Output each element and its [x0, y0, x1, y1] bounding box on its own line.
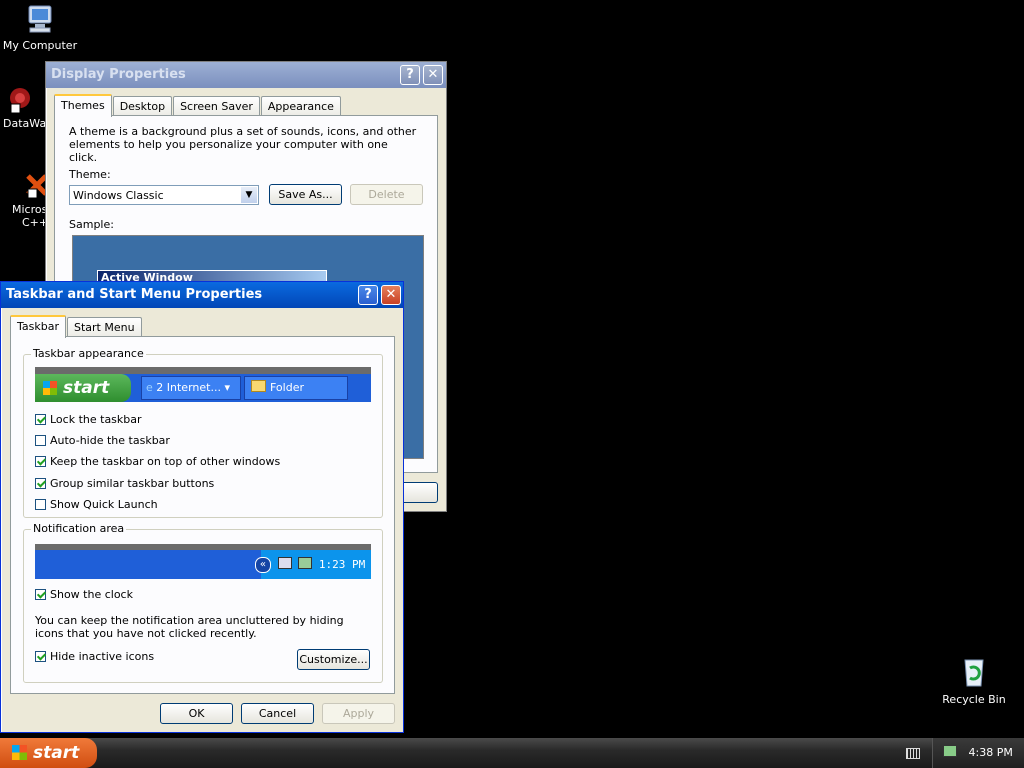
preview-item-label: 2 Internet...	[156, 381, 221, 394]
theme-label: Theme:	[69, 168, 111, 181]
checkbox-label: Lock the taskbar	[50, 413, 142, 426]
checkbox-label: Hide inactive icons	[50, 650, 155, 663]
quick-launch-checkbox[interactable]: Show Quick Launch	[35, 498, 158, 511]
tab-strip: Taskbar Start Menu	[10, 315, 143, 338]
title-bar: Taskbar and Start Menu Properties ? ✕	[1, 282, 403, 308]
windows-logo-icon	[12, 745, 27, 760]
tab-strip: Themes Desktop Screen Saver Appearance	[54, 94, 342, 117]
tab-screen-saver[interactable]: Screen Saver	[173, 96, 260, 116]
apply-button: Apply	[322, 703, 395, 724]
checkbox-label: Keep the taskbar on top of other windows	[50, 455, 281, 468]
preview-start-label: start	[63, 378, 110, 398]
system-tray: 4:38 PM	[932, 738, 1024, 768]
checkbox-label: Group similar taskbar buttons	[50, 477, 215, 490]
network-icon[interactable]	[943, 745, 957, 757]
preview-start-button: start	[35, 374, 131, 402]
cancel-button[interactable]: Cancel	[241, 703, 314, 724]
chevron-left-icon: «	[255, 557, 271, 573]
taskbar-preview: start e 2 Internet... ▾ Folder	[35, 367, 371, 402]
notification-preview: « 1:23 PM	[35, 544, 371, 579]
checkbox-box[interactable]	[35, 456, 46, 467]
notification-area-group: Notification area « 1:23 PM Show the clo…	[23, 522, 383, 683]
preview-item-label: Folder	[270, 381, 304, 394]
datawa-icon	[10, 88, 30, 114]
checkbox-box[interactable]	[35, 478, 46, 489]
desktop-icon-label: Recycle Bin	[942, 693, 1006, 706]
auto-hide-checkbox[interactable]: Auto-hide the taskbar	[35, 434, 170, 447]
tab-taskbar[interactable]: Taskbar	[10, 315, 66, 338]
group-buttons-checkbox[interactable]: Group similar taskbar buttons	[35, 477, 214, 490]
keep-on-top-checkbox[interactable]: Keep the taskbar on top of other windows	[35, 455, 280, 468]
chevron-down-icon[interactable]: ▼	[241, 187, 257, 203]
tab-start-menu[interactable]: Start Menu	[67, 317, 142, 337]
tab-themes[interactable]: Themes	[54, 94, 112, 117]
window-title: Taskbar and Start Menu Properties	[6, 287, 263, 302]
start-button[interactable]: start	[0, 738, 97, 768]
taskbar-appearance-group: Taskbar appearance start e 2 Internet...…	[23, 347, 383, 518]
desktop-icon-label: My Computer	[2, 39, 78, 52]
ie-icon: e	[146, 381, 153, 394]
taskbar: start 4:38 PM	[0, 738, 1024, 768]
preview-folder-item: Folder	[244, 376, 348, 400]
clock[interactable]: 4:38 PM	[969, 746, 1013, 759]
network-icon	[277, 557, 292, 569]
theme-select[interactable]: Windows Classic ▼	[69, 185, 259, 205]
lock-taskbar-checkbox[interactable]: Lock the taskbar	[35, 413, 142, 426]
checkbox-box[interactable]	[35, 435, 46, 446]
folder-icon	[251, 380, 266, 392]
group-label: Notification area	[31, 522, 127, 535]
checkbox-label: Show Quick Launch	[50, 498, 158, 511]
help-button[interactable]: ?	[358, 285, 378, 305]
desktop-icon-my-computer[interactable]: My Computer	[0, 2, 80, 52]
show-clock-checkbox[interactable]: Show the clock	[35, 588, 133, 601]
checkbox-box[interactable]	[35, 651, 46, 662]
preview-internet-item: e 2 Internet... ▾	[141, 376, 241, 400]
help-button[interactable]: ?	[400, 65, 420, 85]
save-as-button[interactable]: Save As...	[269, 184, 342, 205]
checkbox-label: Auto-hide the taskbar	[50, 434, 170, 447]
windows-logo-icon	[43, 381, 57, 395]
start-label: start	[33, 743, 80, 763]
close-button[interactable]: ✕	[423, 65, 443, 85]
checkbox-box[interactable]	[35, 589, 46, 600]
title-bar: Display Properties ? ✕	[46, 62, 446, 88]
pc-icon	[298, 557, 313, 569]
window-title: Display Properties	[51, 67, 186, 82]
keyboard-icon[interactable]	[906, 748, 920, 759]
notification-description: You can keep the notification area unclu…	[35, 614, 344, 640]
customize-button[interactable]: Customize...	[297, 649, 370, 670]
taskbar-properties-window: Taskbar and Start Menu Properties ? ✕ Ta…	[0, 281, 404, 733]
checkbox-box[interactable]	[35, 499, 46, 510]
tab-desktop[interactable]: Desktop	[112, 96, 173, 116]
tray-preview: « 1:23 PM	[255, 550, 371, 579]
my-computer-icon	[28, 5, 52, 33]
close-button[interactable]: ✕	[381, 285, 401, 305]
tray-time: 1:23 PM	[318, 558, 366, 571]
recycle-bin-icon	[964, 659, 984, 687]
tab-appearance[interactable]: Appearance	[260, 96, 341, 116]
checkbox-box[interactable]	[35, 414, 46, 425]
hide-inactive-checkbox[interactable]: Hide inactive icons	[35, 650, 154, 663]
taskbar-panel: Taskbar appearance start e 2 Internet...…	[10, 336, 395, 694]
checkbox-label: Show the clock	[50, 588, 133, 601]
sample-label: Sample:	[69, 218, 114, 231]
desktop-icon-recycle-bin[interactable]: Recycle Bin	[934, 656, 1014, 706]
theme-select-value: Windows Classic	[73, 189, 164, 202]
group-label: Taskbar appearance	[31, 347, 146, 360]
ok-button[interactable]: OK	[160, 703, 233, 724]
delete-button: Delete	[350, 184, 423, 205]
theme-description: A theme is a background plus a set of so…	[69, 125, 417, 164]
